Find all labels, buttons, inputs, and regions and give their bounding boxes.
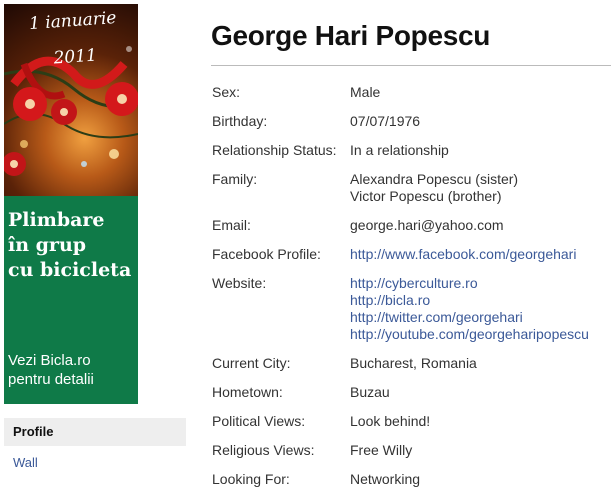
ad-christmas-photo: 1 ianuarie 2011 xyxy=(4,4,138,196)
info-label: Relationship Status: xyxy=(212,142,337,158)
ad-headline-line: în grup xyxy=(8,234,87,256)
info-row-relationship: Relationship Status: In a relationship xyxy=(212,142,612,159)
bicla-advertisement[interactable]: 1 ianuarie 2011 Plimbare în grup cu bici… xyxy=(4,4,138,404)
info-label: Facebook Profile: xyxy=(212,246,321,262)
info-value: Free Willy xyxy=(350,442,413,458)
facebook-profile-link[interactable]: http://www.facebook.com/georgehari xyxy=(350,246,612,263)
ad-subtext-line: Vezi Bicla.ro xyxy=(8,352,91,369)
info-row-email: Email: george.hari@yahoo.com xyxy=(212,217,612,234)
info-row-website: Website: http://cyberculture.ro http://b… xyxy=(212,275,612,343)
info-label: Sex: xyxy=(212,84,241,100)
ad-headline-line: cu bicicleta xyxy=(8,259,132,281)
info-label: Family: xyxy=(212,171,258,187)
website-link[interactable]: http://bicla.ro xyxy=(350,292,612,309)
info-value: Look behind! xyxy=(350,413,431,429)
profile-name: George Hari Popescu xyxy=(211,20,491,51)
info-label: Current City: xyxy=(212,355,291,371)
profile-info-table: Sex: Male Birthday: 07/07/1976 Relations… xyxy=(212,84,612,500)
info-row-political: Political Views: Look behind! xyxy=(212,413,612,430)
info-value: Buzau xyxy=(350,384,390,400)
info-value: 07/07/1976 xyxy=(350,113,421,129)
info-row-religious: Religious Views: Free Willy xyxy=(212,442,612,459)
info-value: http://cyberculture.ro http://bicla.ro h… xyxy=(350,275,612,343)
info-row-hometown: Hometown: Buzau xyxy=(212,384,612,401)
family-member: Victor Popescu (brother) xyxy=(350,188,502,204)
info-label: Email: xyxy=(212,217,251,233)
info-label: Religious Views: xyxy=(212,442,315,458)
info-label: Hometown: xyxy=(212,384,283,400)
info-row-facebook: Facebook Profile: http://www.facebook.co… xyxy=(212,246,612,263)
info-value: Alexandra Popescu (sister) Victor Popesc… xyxy=(350,171,612,205)
ad-headline-line: Plimbare xyxy=(8,209,105,231)
website-link[interactable]: http://cyberculture.ro xyxy=(350,275,612,292)
email-value: george.hari@yahoo.com xyxy=(350,217,504,233)
info-row-family: Family: Alexandra Popescu (sister) Victo… xyxy=(212,171,612,205)
ad-date-day: 1 ianuarie xyxy=(28,8,118,35)
ad-subtext: Vezi Bicla.ro pentru detalii xyxy=(8,351,136,389)
info-value: In a relationship xyxy=(350,142,449,158)
ad-subtext-line: pentru detalii xyxy=(8,371,94,388)
info-label: Birthday: xyxy=(212,113,268,129)
website-link[interactable]: http://youtube.com/georgeharipopescu xyxy=(350,326,612,343)
info-label: Political Views: xyxy=(212,413,306,429)
header-divider xyxy=(211,65,611,66)
website-link[interactable]: http://twitter.com/georgehari xyxy=(350,309,612,326)
ad-date-text: 1 ianuarie 2011 xyxy=(12,6,136,72)
info-value: Bucharest, Romania xyxy=(350,355,477,371)
info-row-birthday: Birthday: 07/07/1976 xyxy=(212,113,612,130)
ad-green-panel: Plimbare în grup cu bicicleta Vezi Bicla… xyxy=(4,196,138,404)
nav-profile-tab[interactable]: Profile xyxy=(4,418,186,446)
info-value: http://www.facebook.com/georgehari xyxy=(350,246,612,263)
nav-wall-link[interactable]: Wall xyxy=(13,455,38,470)
ad-headline: Plimbare în grup cu bicicleta xyxy=(8,208,136,283)
info-row-sex: Sex: Male xyxy=(212,84,612,101)
family-member: Alexandra Popescu (sister) xyxy=(350,171,519,187)
info-value: Male xyxy=(350,84,381,100)
info-row-current-city: Current City: Bucharest, Romania xyxy=(212,355,612,372)
info-label: Website: xyxy=(212,275,267,291)
